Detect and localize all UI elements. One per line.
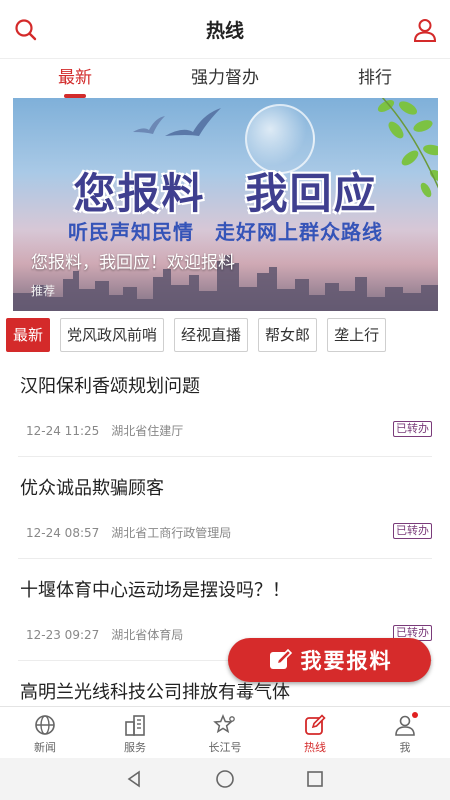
- item-meta: 12-24 08:57 湖北省工商行政管理局: [26, 524, 231, 541]
- bird-icon: [165, 108, 221, 136]
- banner-caption: 您报料，我回应！欢迎报料: [31, 253, 235, 273]
- nav-label: 服务: [124, 741, 146, 754]
- list-item[interactable]: 汉阳保利香颂规划问题 12-24 11:25 湖北省住建厅 已转办: [18, 355, 432, 457]
- recents-icon[interactable]: [305, 769, 325, 789]
- banner-tag: 推荐: [31, 284, 56, 298]
- item-title: 优众诚品欺骗顾客: [20, 478, 164, 499]
- item-dept: 湖北省体育局: [111, 628, 184, 642]
- nav-changjiang[interactable]: 长江号: [180, 707, 270, 758]
- item-meta: 12-24 11:25 湖北省住建厅: [26, 422, 183, 439]
- nav-label: 长江号: [208, 741, 242, 754]
- item-time: 12-24 08:57: [26, 526, 100, 540]
- system-nav-bar: [0, 758, 450, 800]
- item-time: 12-23 09:27: [26, 628, 100, 642]
- item-meta: 12-23 09:27 湖北省体育局: [26, 626, 183, 643]
- item-dept: 湖北省住建厅: [111, 424, 184, 438]
- chip-party-style[interactable]: 党风政风前哨: [60, 318, 165, 352]
- buildings-icon: [125, 715, 145, 736]
- nav-label: 热线: [304, 741, 326, 754]
- nav-label: 我: [399, 741, 411, 754]
- chip-live[interactable]: 经视直播: [174, 318, 249, 352]
- bottom-nav: 新闻 服务 长江号 热线 我: [0, 706, 450, 758]
- item-dept: 湖北省工商行政管理局: [111, 526, 232, 540]
- tab-supervision[interactable]: 强力督办: [150, 59, 300, 98]
- edit-icon: [305, 714, 326, 735]
- tab-latest[interactable]: 最新: [0, 59, 150, 98]
- banner-headline-left: 您报料: [73, 169, 206, 218]
- tab-ranking[interactable]: 排行: [300, 59, 450, 98]
- search-icon[interactable]: [13, 17, 39, 43]
- list-item[interactable]: 优众诚品欺骗顾客 12-24 08:57 湖北省工商行政管理局 已转办: [18, 457, 432, 559]
- category-chips: 最新 党风政风前哨 经视直播 帮女郎 垄上行: [6, 318, 446, 352]
- banner-headline: 您报料 我回应: [13, 160, 438, 221]
- notification-dot: [412, 712, 418, 718]
- nav-label: 新闻: [34, 741, 56, 754]
- nav-hotline[interactable]: 热线: [270, 707, 360, 758]
- chip-latest[interactable]: 最新: [6, 318, 51, 352]
- status-badge: 已转办: [393, 421, 432, 437]
- app-screen: 热线 最新 强力督办 排行 您报料 我回应 听民声知民情 走好网上群众路线 您报…: [0, 0, 450, 800]
- edit-icon: [269, 648, 292, 669]
- status-badge: 已转办: [393, 523, 432, 539]
- top-bar: 热线: [0, 0, 450, 58]
- globe-icon: [35, 715, 55, 735]
- chip-farm[interactable]: 垄上行: [327, 318, 387, 352]
- banner-headline-right: 我回应: [245, 169, 378, 218]
- page-title: 热线: [205, 19, 244, 42]
- item-title: 十堰体育中心运动场是摆设吗？！: [20, 580, 290, 601]
- user-icon[interactable]: [412, 17, 438, 43]
- section-tabs: 最新 强力督办 排行: [0, 58, 450, 98]
- bird-icon: [133, 116, 165, 134]
- item-time: 12-24 11:25: [26, 424, 100, 438]
- star-icon: [213, 714, 235, 734]
- report-button[interactable]: 我要报料: [228, 638, 431, 682]
- item-title: 汉阳保利香颂规划问题: [20, 376, 200, 397]
- report-button-label: 我要报料: [300, 649, 393, 673]
- home-icon[interactable]: [214, 768, 236, 790]
- nav-me[interactable]: 我: [360, 707, 450, 758]
- chip-help-girl[interactable]: 帮女郎: [258, 318, 318, 352]
- nav-service[interactable]: 服务: [90, 707, 180, 758]
- nav-news[interactable]: 新闻: [0, 707, 90, 758]
- back-icon[interactable]: [125, 769, 145, 789]
- news-list: 汉阳保利香颂规划问题 12-24 11:25 湖北省住建厅 已转办 优众诚品欺骗顾…: [0, 355, 450, 763]
- promo-banner[interactable]: 您报料 我回应 听民声知民情 走好网上群众路线 您报料，我回应！欢迎报料 推荐: [13, 98, 438, 311]
